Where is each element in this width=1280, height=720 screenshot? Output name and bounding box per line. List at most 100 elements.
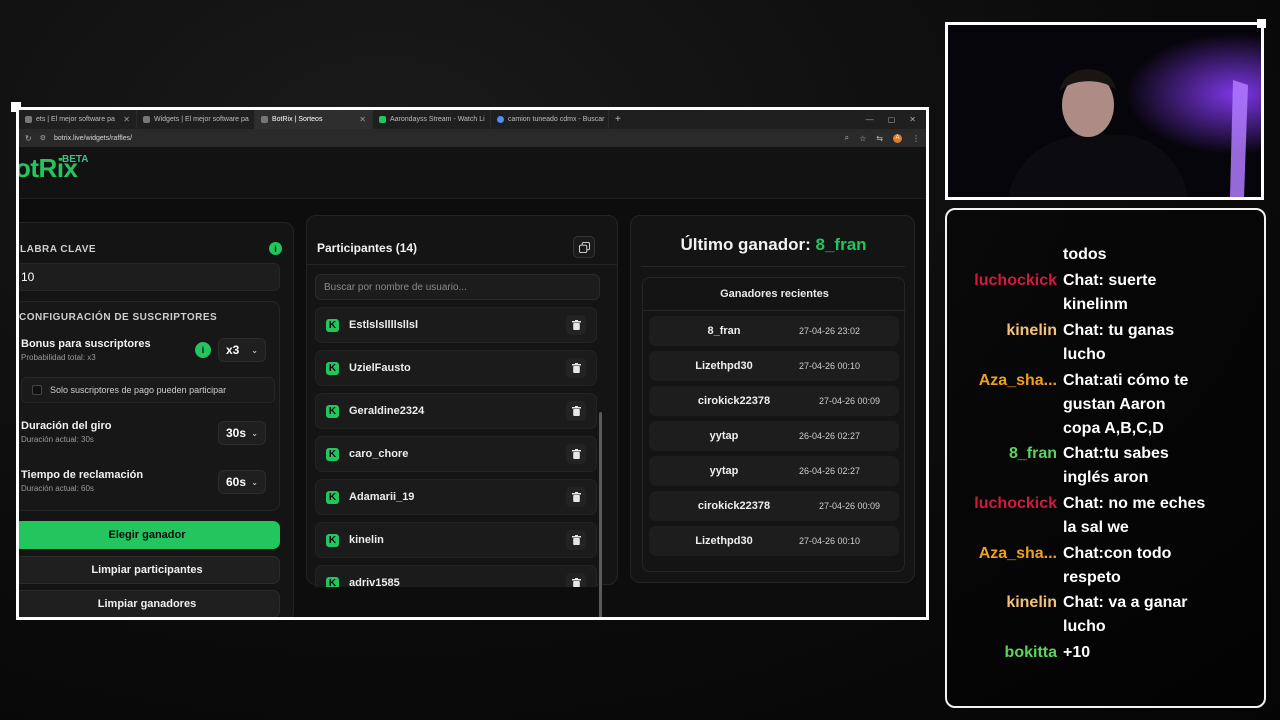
participant-item[interactable]: K Adamarii_19	[315, 479, 597, 515]
participant-item[interactable]: Kadriv1585	[315, 565, 597, 587]
winner-row: cirokick22378 27-04-26 00:09	[649, 386, 899, 416]
beta-badge: BETA	[62, 154, 89, 165]
spin-duration-select[interactable]: 30s ⌄	[218, 421, 266, 445]
kick-icon: K	[326, 447, 339, 461]
kick-icon: K	[326, 576, 339, 587]
profile-avatar[interactable]: A	[893, 133, 902, 143]
participant-item[interactable]: Kkinelin	[315, 522, 597, 558]
tab-bar: ets | El mejor software pa ✕ Widgets | El…	[19, 110, 926, 129]
divider	[641, 266, 905, 267]
keyword-input[interactable]: 10	[19, 263, 280, 291]
tab-widgets[interactable]: Widgets | El mejor software pa✕	[137, 110, 255, 129]
chat-overlay: todos luchockick Chat: suerte kinelinm k…	[945, 208, 1266, 708]
participants-panel: Participantes (14) Buscar por nombre de …	[306, 215, 618, 587]
paid-only-toggle[interactable]: Solo suscriptores de pago pueden partici…	[21, 377, 275, 403]
paid-only-checkbox[interactable]	[32, 385, 42, 395]
webcam-image	[948, 25, 1261, 197]
url-field[interactable]: botrix.live/widgets/raffles/	[54, 135, 132, 142]
chevron-down-icon: ⌄	[251, 345, 258, 355]
subs-section-label: CONFIGURACIÓN DE SUSCRIPTORES	[19, 312, 218, 323]
raffle-config-panel: LABRA CLAVE i 10 CONFIGURACIÓN DE SUSCRI…	[19, 222, 294, 617]
bonus-sub: Probabilidad total: x3	[21, 353, 96, 362]
trash-icon[interactable]	[566, 573, 586, 587]
chevron-down-icon: ⌄	[251, 428, 258, 438]
tab-kick-stream[interactable]: Aarondayss Stream - Watch Li✕	[373, 110, 491, 129]
winner-row: yytap 26-04-26 02:27	[649, 456, 899, 486]
trash-icon[interactable]	[566, 401, 586, 421]
bookmark-star-icon[interactable]: ☆	[859, 134, 866, 143]
trash-icon[interactable]	[566, 358, 586, 378]
kick-icon: K	[326, 404, 339, 418]
claim-sub: Duración actual: 60s	[21, 484, 94, 493]
maximize-icon[interactable]: ▢	[888, 115, 896, 124]
top-nav: otRix BETA	[19, 147, 926, 199]
close-window-icon[interactable]: ✕	[909, 115, 916, 124]
window-controls: — ▢ ✕	[866, 110, 926, 129]
participant-list: K Estlslsllllsllsl K UzielFausto K Geraldin…	[315, 307, 605, 587]
chat-username: 8_fran	[1008, 445, 1057, 462]
browser-capture: ets | El mejor software pa ✕ Widgets | El…	[16, 107, 929, 620]
close-icon[interactable]: ✕	[123, 115, 130, 124]
chat-username: Aza_sha...	[978, 372, 1057, 389]
copy-list-button[interactable]	[573, 236, 595, 258]
info-icon[interactable]: i	[195, 342, 211, 358]
bot-icon	[143, 116, 150, 123]
trash-icon[interactable]	[566, 315, 586, 335]
webcam-overlay	[945, 22, 1264, 200]
webcam-corner-handle	[1257, 19, 1266, 28]
tab-google-search[interactable]: camion tuneado cdmx - Buscar✕	[491, 110, 609, 129]
menu-kebab-icon[interactable]: ⋮	[912, 134, 920, 143]
close-icon[interactable]: ✕	[359, 115, 366, 124]
claim-time-select[interactable]: 60s ⌄	[218, 470, 266, 494]
spin-title: Duración del giro	[21, 420, 112, 432]
kick-icon: K	[326, 533, 339, 547]
trash-icon[interactable]	[566, 530, 586, 550]
subscriber-config: CONFIGURACIÓN DE SUSCRIPTORES Bonus para…	[19, 301, 280, 511]
divider	[307, 264, 617, 265]
chat-username: luchockick	[974, 495, 1057, 512]
address-bar: ↻ ⚙ botrix.live/widgets/raffles/ ⌕ ☆ ⇆ A…	[19, 129, 926, 147]
chat-username: bokitta	[1004, 644, 1057, 661]
google-icon	[497, 116, 504, 123]
winner-row: cirokick22378 27-04-26 00:09	[649, 491, 899, 521]
participants-scrollbar[interactable]	[599, 412, 602, 617]
info-icon[interactable]: i	[269, 242, 282, 255]
divider	[643, 310, 906, 311]
trash-icon[interactable]	[566, 487, 586, 507]
participant-item[interactable]: K UzielFausto	[315, 350, 597, 386]
kick-icon: K	[326, 318, 339, 332]
reload-icon[interactable]: ↻	[25, 134, 32, 143]
cast-icon[interactable]: ⇆	[876, 134, 883, 143]
chevron-down-icon: ⌄	[251, 477, 258, 487]
site-info-icon[interactable]: ⚙	[40, 134, 46, 142]
minimize-icon[interactable]: —	[866, 115, 874, 124]
participant-search-input[interactable]: Buscar por nombre de usuario...	[315, 274, 600, 300]
participant-item[interactable]: K Estlslsllllsllsl	[315, 307, 597, 343]
bot-icon	[25, 116, 32, 123]
kick-icon: K	[326, 490, 339, 504]
winner-row: Lizethpd30 27-04-26 00:10	[649, 351, 899, 381]
winner-row: yytap 26-04-26 02:27	[649, 421, 899, 451]
keyword-label: LABRA CLAVE	[20, 244, 97, 255]
winner-row: Lizethpd30 27-04-26 00:10	[649, 526, 899, 556]
botrix-page: otRix BETA LABRA CLAVE i 10 CONFIGURACIÓ…	[19, 147, 926, 617]
pick-winner-button[interactable]: Elegir ganador	[19, 521, 280, 549]
clear-participants-button[interactable]: Limpiar participantes	[19, 556, 280, 584]
participant-item[interactable]: Kcaro_chore	[315, 436, 597, 472]
new-tab-button[interactable]: +	[609, 110, 627, 129]
participants-title: Participantes (14)	[317, 241, 418, 255]
zoom-icon[interactable]: ⌕	[845, 133, 849, 143]
kick-icon	[379, 116, 386, 123]
last-winner-name: 8_fran	[815, 235, 867, 254]
trash-icon[interactable]	[566, 444, 586, 464]
tab-botrix-sorteos[interactable]: BotRix | Sorteos ✕	[255, 110, 373, 129]
recent-winners-title: Ganadores recientes	[720, 288, 829, 300]
tab-widgets-prev[interactable]: ets | El mejor software pa ✕	[19, 110, 137, 129]
chat-username: kinelin	[1006, 322, 1057, 339]
participant-item[interactable]: K Geraldine2324	[315, 393, 597, 429]
clear-winners-button[interactable]: Limpiar ganadores	[19, 590, 280, 617]
kick-icon: K	[326, 361, 339, 375]
bonus-select[interactable]: x3 ⌄	[218, 338, 266, 362]
claim-title: Tiempo de reclamación	[21, 469, 144, 481]
spin-sub: Duración actual: 30s	[21, 435, 94, 444]
